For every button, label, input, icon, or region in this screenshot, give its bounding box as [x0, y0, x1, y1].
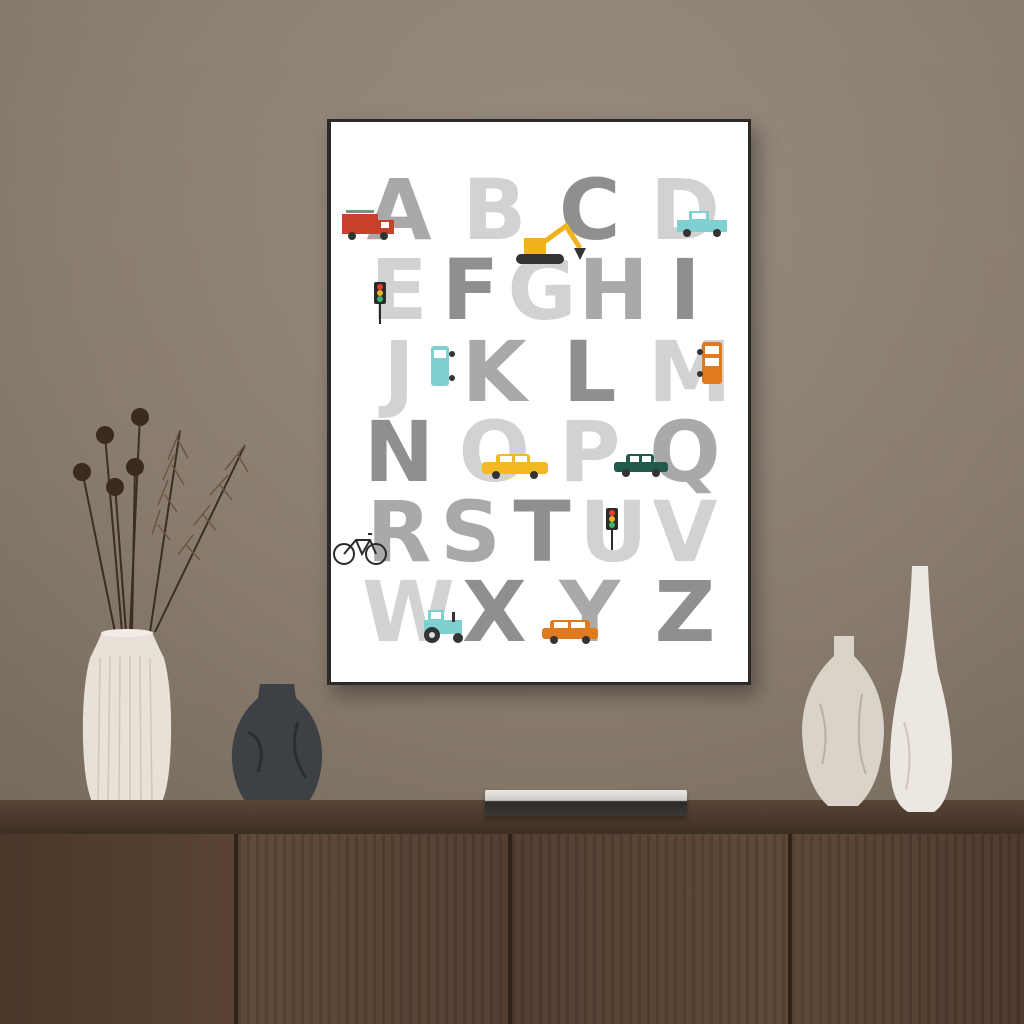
white-round-vase-icon — [802, 636, 884, 806]
bus-icon — [697, 342, 722, 384]
letter-i: I — [669, 241, 701, 339]
sideboard-door — [508, 834, 788, 1024]
bicycle-icon — [333, 533, 387, 565]
letter-x: X — [461, 563, 527, 661]
letter-v: V — [652, 483, 718, 581]
taxi-icon — [482, 454, 548, 479]
letter-s: S — [440, 483, 501, 581]
letter-n: N — [363, 403, 435, 501]
car-icon — [542, 620, 598, 644]
letter-l: L — [562, 323, 617, 421]
letter-z: Z — [654, 563, 716, 661]
letter-j: J — [383, 323, 415, 421]
book — [485, 790, 687, 816]
traffic-light-icon — [606, 508, 618, 550]
traffic-light-icon — [374, 282, 386, 324]
dark-stone-vase-icon — [231, 684, 323, 816]
tractor-icon — [424, 610, 463, 643]
van-icon — [431, 346, 455, 386]
pickup-truck-icon — [677, 211, 727, 237]
dried-plant-icon — [73, 408, 249, 633]
sideboard-door — [234, 834, 508, 1024]
white-tall-vase-icon — [890, 566, 952, 812]
excavator-icon — [516, 222, 586, 264]
letter-f: F — [441, 241, 500, 339]
car-icon — [614, 454, 668, 477]
letter-k: K — [461, 323, 527, 421]
sideboard-door — [788, 834, 1024, 1024]
letter-t: T — [513, 483, 571, 581]
fire-truck-icon — [342, 210, 394, 240]
white-ribbed-vase-icon — [82, 629, 172, 806]
